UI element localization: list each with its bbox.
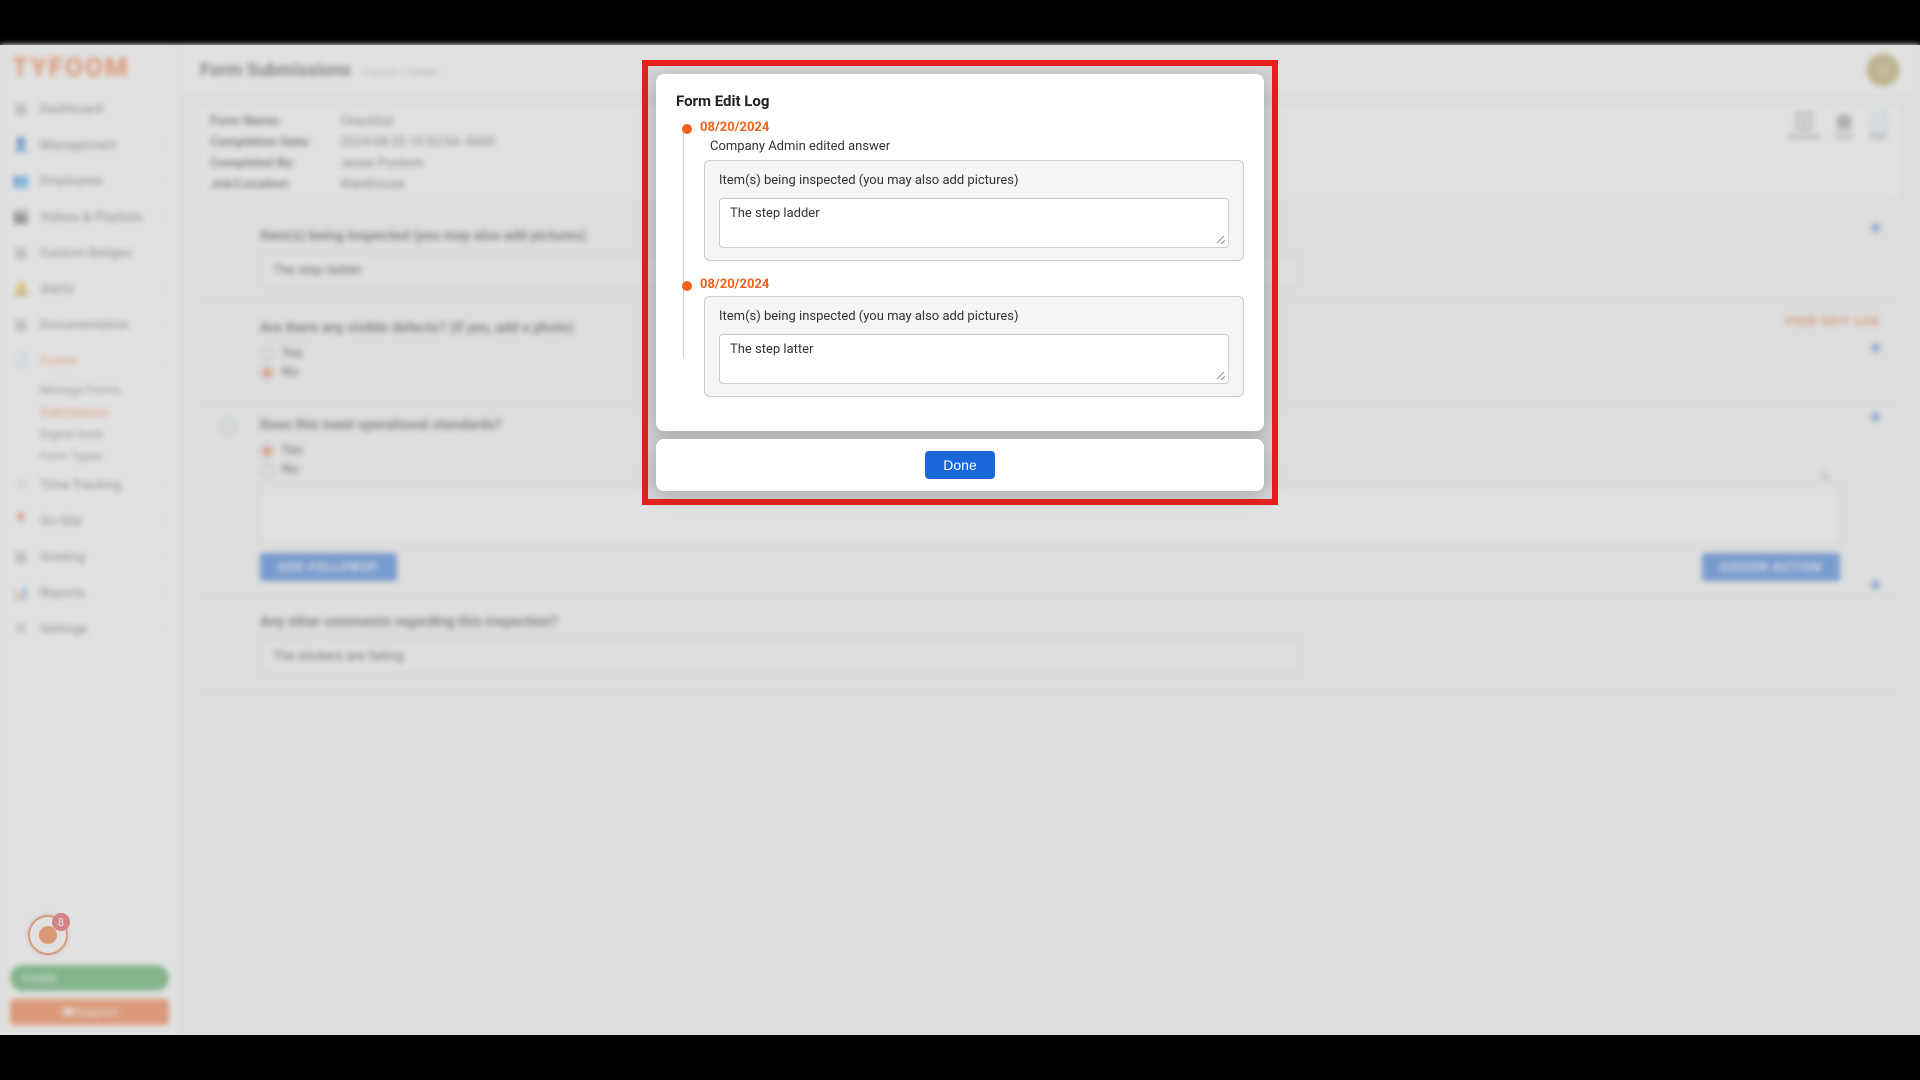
timeline-dot-icon [682,281,692,291]
timeline-field-label: Item(s) being inspected (you may also ad… [719,173,1229,188]
timeline-date: 08/20/2024 [700,120,1244,135]
timeline-field-box: Item(s) being inspected (you may also ad… [704,296,1244,397]
annotation-highlight: Form Edit Log 08/20/2024 Company Admin e… [642,60,1278,505]
timeline-date: 08/20/2024 [700,277,1244,292]
edit-timeline: 08/20/2024 Company Admin edited answer I… [676,120,1244,397]
timeline-field-value: The step latter [719,334,1229,384]
modal-overlay: Form Edit Log 08/20/2024 Company Admin e… [0,45,1920,1035]
modal-title: Form Edit Log [676,92,1244,110]
timeline-desc: Company Admin edited answer [700,139,1244,154]
timeline-field-value: The step ladder [719,198,1229,248]
timeline-field-label: Item(s) being inspected (you may also ad… [719,309,1229,324]
timeline-entry: 08/20/2024 Company Admin edited answer I… [680,120,1244,261]
timeline-entry: 08/20/2024 Item(s) being inspected (you … [680,277,1244,397]
form-edit-log-modal: Form Edit Log 08/20/2024 Company Admin e… [656,74,1264,491]
timeline-field-box: Item(s) being inspected (you may also ad… [704,160,1244,261]
timeline-dot-icon [682,124,692,134]
done-button[interactable]: Done [925,451,994,479]
